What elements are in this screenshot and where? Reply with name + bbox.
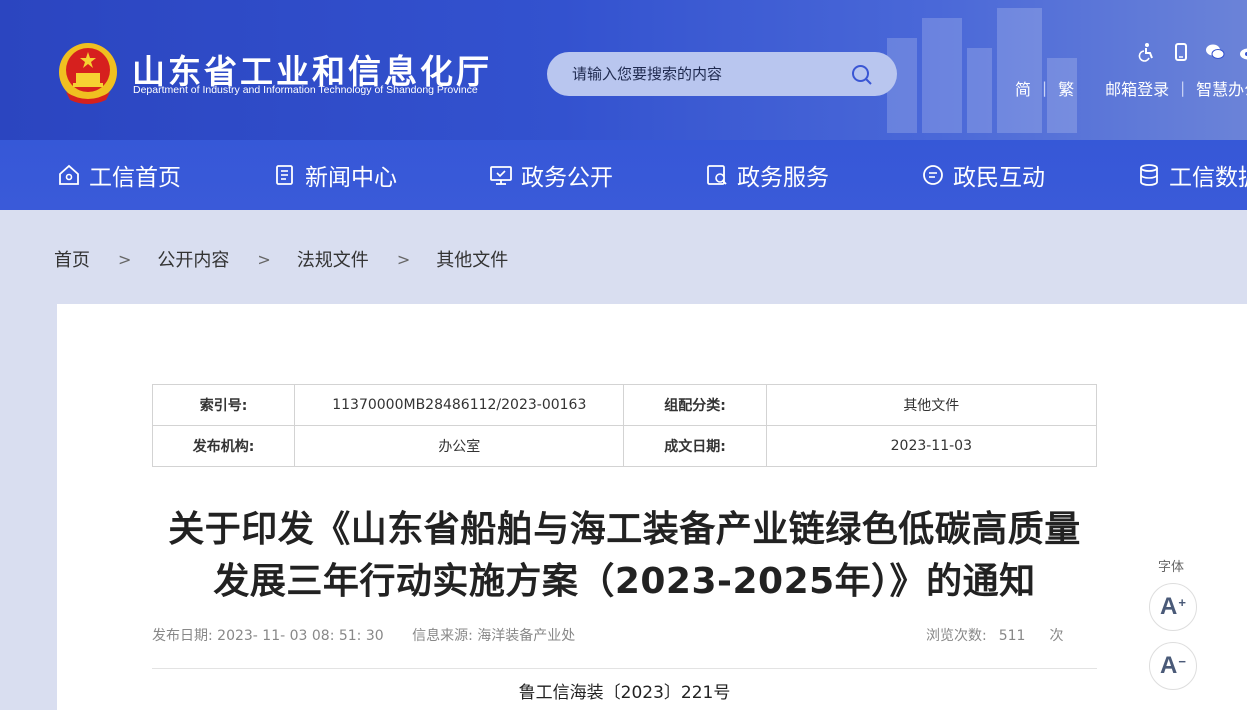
category-label: 组配分类: <box>623 384 767 426</box>
nav-item-home[interactable]: 工信首页 <box>57 140 181 210</box>
table-row: 索引号: 11370000MB28486112/2023-00163 组配分类:… <box>151 384 1098 426</box>
main-nav: 工信首页 新闻中心 政务公开 政务服务 政民互动 工信数据 <box>0 140 1247 210</box>
view-count-label: 浏览次数: <box>926 628 987 644</box>
category-value: 其他文件 <box>765 384 1098 426</box>
breadcrumb-home[interactable]: 首页 <box>54 246 90 272</box>
written-date-label: 成文日期: <box>623 425 767 467</box>
view-count-unit: 次 <box>1049 628 1064 644</box>
plus-icon: + <box>1178 594 1186 610</box>
weibo-icon[interactable] <box>1239 42 1247 62</box>
accessibility-icon[interactable] <box>1137 42 1157 62</box>
document-meta-table: 索引号: 11370000MB28486112/2023-00163 组配分类:… <box>151 384 1098 467</box>
publisher-value: 办公室 <box>294 425 625 467</box>
article-info: 发布日期: 2023- 11- 03 08: 51: 30 信息来源: 海洋装备… <box>152 625 1097 645</box>
national-emblem-icon <box>59 43 117 104</box>
breadcrumb-separator: > <box>396 249 411 269</box>
view-count-number: 511 <box>998 628 1026 644</box>
nav-item-label: 工信数据 <box>1169 165 1247 191</box>
font-size-label: 字体 <box>1158 560 1185 575</box>
nav-item-label: 工信首页 <box>89 165 181 191</box>
search-icon[interactable] <box>850 63 874 87</box>
breadcrumb-separator: > <box>118 249 132 269</box>
mobile-icon[interactable] <box>1171 42 1191 62</box>
site-subtitle: Department of Industry and Information T… <box>133 84 478 96</box>
site-header: 山东省工业和信息化厅 Department of Industry and In… <box>0 0 1247 210</box>
font-increase-letter: A <box>1160 593 1178 620</box>
font-decrease-button[interactable]: A − <box>1149 642 1197 690</box>
nav-item-interaction[interactable]: 政民互动 <box>921 140 1045 210</box>
document-number: 鲁工信海装〔2023〕221号 <box>518 683 731 703</box>
mailbox-login-link[interactable]: 邮箱登录 <box>1105 76 1169 100</box>
news-icon <box>276 165 293 185</box>
font-increase-button[interactable]: A + <box>1149 583 1197 631</box>
nav-item-gov-service[interactable]: 政务服务 <box>705 140 829 210</box>
nav-item-label: 政民互动 <box>953 165 1045 191</box>
info-source: 信息来源: 海洋装备产业处 <box>412 628 576 644</box>
skyline-decoration <box>887 8 1077 133</box>
index-number-value: 11370000MB28486112/2023-00163 <box>294 384 625 426</box>
nav-item-label: 政务服务 <box>737 165 829 191</box>
search-input[interactable] <box>547 52 847 96</box>
breadcrumb-regulations[interactable]: 法规文件 <box>297 246 369 272</box>
table-row: 发布机构: 办公室 成文日期: 2023-11-03 <box>151 425 1098 467</box>
nav-item-label: 新闻中心 <box>305 165 397 191</box>
traditional-chinese-link[interactable]: 繁 <box>1058 76 1074 100</box>
breadcrumb: 首页 > 公开内容 > 法规文件 > 其他文件 <box>54 246 508 272</box>
smart-office-link[interactable]: 智慧办公 <box>1196 76 1247 100</box>
separator: | <box>1180 79 1186 97</box>
monitor-icon <box>490 166 512 185</box>
font-decrease-letter: A <box>1160 652 1178 679</box>
written-date-value: 2023-11-03 <box>765 425 1098 467</box>
breadcrumb-public-content[interactable]: 公开内容 <box>157 246 229 272</box>
nav-item-gov-affairs[interactable]: 政务公开 <box>489 140 613 210</box>
index-number-label: 索引号: <box>151 384 296 426</box>
breadcrumb-separator: > <box>257 249 271 269</box>
article-title: 关于印发《山东省船舶与海工装备产业链绿色低碳高质量发展三年行动实施方案（2023… <box>168 509 1081 602</box>
database-icon <box>1140 164 1158 186</box>
home-icon <box>59 164 79 185</box>
minus-icon: − <box>1178 653 1186 669</box>
nav-item-label: 政务公开 <box>521 165 613 191</box>
publisher-label: 发布机构: <box>151 425 296 467</box>
simplified-chinese-link[interactable]: 简 <box>1015 76 1031 100</box>
service-icon <box>707 165 727 185</box>
utility-icons <box>1137 42 1247 64</box>
breadcrumb-other-files[interactable]: 其他文件 <box>436 246 508 272</box>
divider <box>152 668 1097 669</box>
publish-date: 发布日期: 2023- 11- 03 08: 51: 30 <box>152 628 384 644</box>
search-box <box>547 52 897 96</box>
view-count: 浏览次数: 511 次 <box>926 625 1063 645</box>
chat-icon <box>923 165 943 185</box>
wechat-icon[interactable] <box>1205 42 1225 62</box>
separator: | <box>1042 79 1048 97</box>
nav-item-data[interactable]: 工信数据 <box>1137 140 1247 210</box>
nav-item-news[interactable]: 新闻中心 <box>273 140 397 210</box>
utility-links: 简 | 繁 邮箱登录 | 智慧办公 <box>1015 76 1247 100</box>
